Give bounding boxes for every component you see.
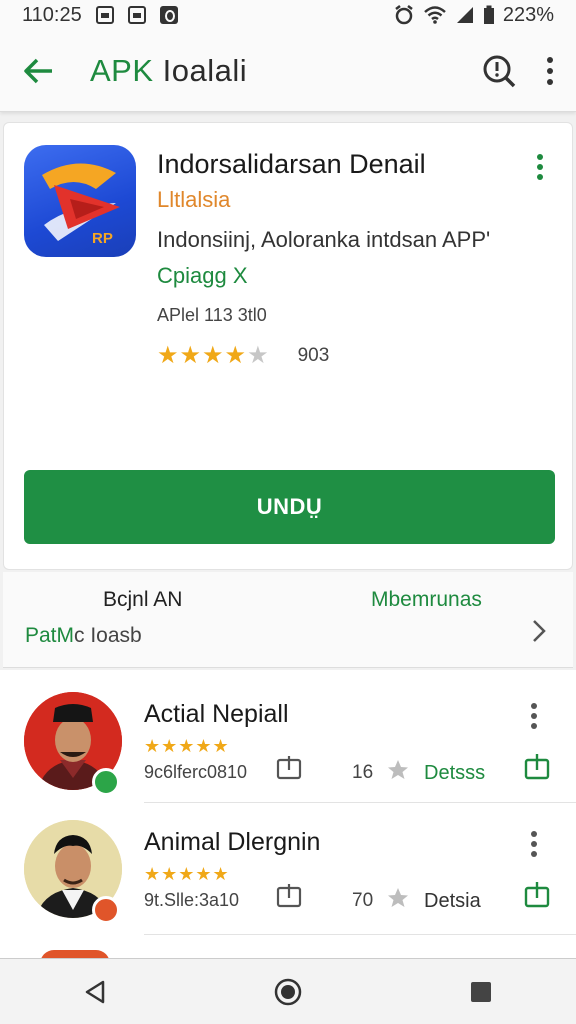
system-nav-bar bbox=[0, 958, 576, 1024]
reviewer-meta: 9t.Slle:3a10 bbox=[144, 890, 240, 910]
helpful-count: 70 bbox=[352, 890, 374, 911]
download-button[interactable]: UNDṲ bbox=[24, 470, 555, 544]
page-title-prefix: APK bbox=[90, 52, 154, 88]
app-tag: Cpiagg X bbox=[157, 263, 248, 288]
open-icon[interactable] bbox=[524, 880, 550, 908]
helpful-count: 16 bbox=[352, 762, 374, 783]
info-bottom-label-gray: c Ioasb bbox=[74, 624, 142, 647]
share-icon[interactable] bbox=[276, 882, 302, 908]
app-bar: APK Ioalali bbox=[0, 30, 576, 112]
star-outline-icon[interactable] bbox=[386, 758, 410, 782]
alarm-icon bbox=[395, 5, 413, 25]
info-right-label[interactable]: Mbemrunas bbox=[371, 588, 482, 612]
back-arrow-icon[interactable] bbox=[22, 57, 54, 85]
app-icon: RP bbox=[24, 145, 136, 257]
divider bbox=[144, 802, 576, 803]
app-description: Indonsiinj, Aoloranka intdsan APP' bbox=[157, 227, 491, 252]
reviewer-name: Animal Dlergnin bbox=[144, 828, 321, 856]
info-row[interactable]: Bcjnl AN Mbemrunas PatMc Ioasb bbox=[3, 572, 573, 668]
more-vert-icon[interactable] bbox=[530, 702, 538, 730]
status-badge-icon bbox=[92, 896, 120, 924]
page-title: APK Ioalali bbox=[90, 53, 247, 89]
reviewer-name: Actial Nepiall bbox=[144, 700, 289, 728]
rating-count: 903 bbox=[297, 344, 330, 366]
message-icon bbox=[127, 6, 146, 24]
reviewer-stars: ★★★★★ bbox=[144, 864, 230, 884]
nav-home-icon[interactable] bbox=[273, 977, 303, 1007]
detail-link[interactable]: Detsss bbox=[424, 762, 485, 785]
app-name: Indorsalidarsan Denail bbox=[157, 149, 426, 179]
share-icon[interactable] bbox=[276, 754, 302, 780]
more-vert-icon[interactable] bbox=[536, 153, 544, 181]
search-icon[interactable] bbox=[482, 54, 516, 88]
star-outline-icon[interactable] bbox=[386, 886, 410, 910]
open-icon[interactable] bbox=[524, 752, 550, 780]
verified-badge-icon bbox=[92, 768, 120, 796]
status-time: 110:25 bbox=[22, 3, 82, 26]
app-detail-card: RP Indorsalidarsan Denail Lltlalsia Indo… bbox=[3, 122, 573, 570]
rating-stars: ★★★★★ bbox=[157, 342, 270, 369]
nav-recents-icon[interactable] bbox=[469, 980, 493, 1004]
reviewer-stars: ★★★★★ bbox=[144, 736, 230, 756]
info-left-label: Bcjnl AN bbox=[103, 588, 183, 611]
app-version: APlel 113 3tl0 bbox=[157, 305, 267, 325]
svg-text:RP: RP bbox=[92, 230, 113, 247]
notification-icon bbox=[95, 6, 114, 24]
review-list: Actial Nepiall ★★★★★ 9c6lferc0810 16 Det… bbox=[0, 670, 576, 964]
more-vert-icon[interactable] bbox=[530, 830, 538, 858]
signal-icon bbox=[456, 7, 473, 23]
app-notification-icon bbox=[159, 6, 178, 24]
detail-link[interactable]: Detsia bbox=[424, 890, 481, 913]
reviewer-meta: 9c6lferc0810 bbox=[144, 762, 248, 782]
divider bbox=[144, 934, 576, 935]
status-bar: 110:25 223% bbox=[0, 0, 576, 30]
more-vert-icon[interactable] bbox=[546, 56, 554, 86]
info-bottom-label: PatMc Ioasb bbox=[25, 624, 142, 648]
app-developer[interactable]: Lltlalsia bbox=[157, 187, 230, 213]
list-item[interactable]: Actial Nepiall ★★★★★ 9c6lferc0810 16 Det… bbox=[0, 684, 576, 814]
nav-back-icon[interactable] bbox=[83, 979, 107, 1005]
list-item[interactable]: Animal Dlergnin ★★★★★ 9t.Slle:3a10 70 De… bbox=[0, 812, 576, 942]
wifi-icon bbox=[424, 6, 446, 24]
battery-percent: 223% bbox=[502, 3, 554, 26]
battery-icon bbox=[483, 5, 494, 24]
info-bottom-label-green: PatM bbox=[25, 624, 75, 647]
app-rating: ★★★★★ 903 bbox=[157, 341, 329, 370]
page-title-rest: Ioalali bbox=[153, 52, 248, 88]
chevron-right-icon[interactable] bbox=[531, 618, 547, 644]
